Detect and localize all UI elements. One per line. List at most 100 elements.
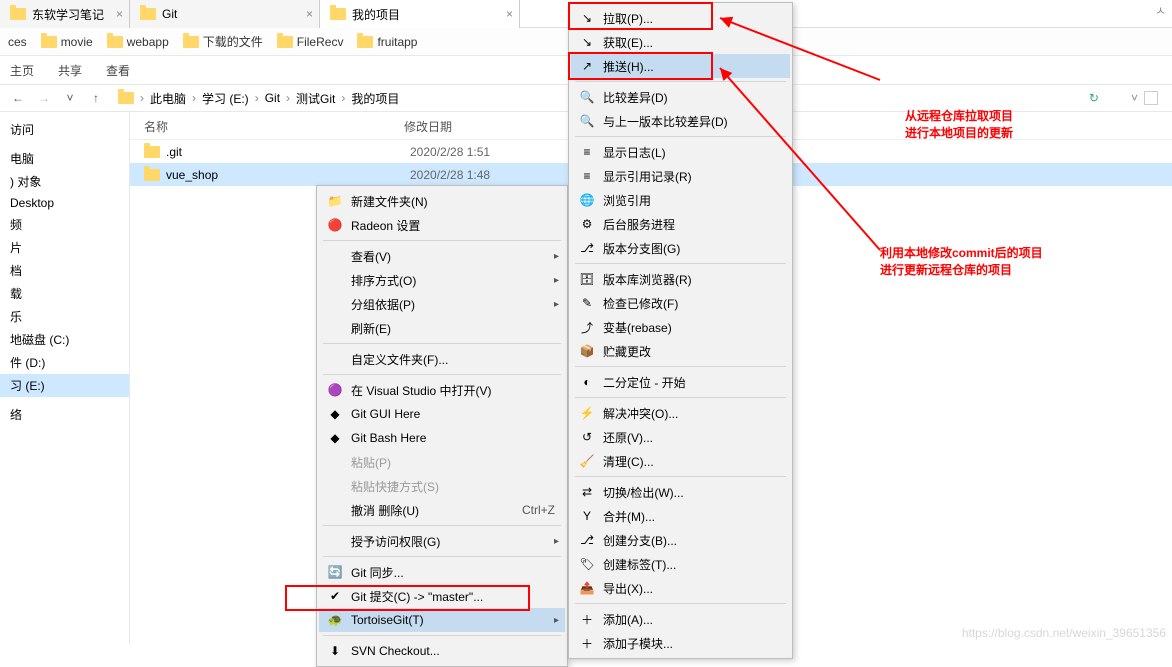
menu-item[interactable]: 🐢TortoiseGit(T)▸ xyxy=(319,608,565,632)
crumb[interactable]: 测试Git xyxy=(296,90,335,107)
menu-icon: 🔍 xyxy=(579,89,595,105)
menu-item[interactable]: 排序方式(O)▸ xyxy=(319,268,565,292)
menu-item[interactable]: ⬇SVN Checkout... xyxy=(319,639,565,663)
folder-icon xyxy=(144,146,160,158)
menu-item[interactable]: 查看(V)▸ xyxy=(319,244,565,268)
menu-item[interactable]: ＋添加子模块... xyxy=(571,631,790,655)
ribbon-view[interactable]: 查看 xyxy=(106,62,130,79)
sidebar-item[interactable]: 件 (D:) xyxy=(0,351,129,374)
fav-item[interactable]: FileRecv xyxy=(277,35,344,49)
menu-label: 刷新(E) xyxy=(351,320,391,337)
menu-item[interactable]: 🗄版本库浏览器(R) xyxy=(571,267,790,291)
menu-item[interactable]: ↺还原(V)... xyxy=(571,425,790,449)
menu-item[interactable]: Y合并(M)... xyxy=(571,504,790,528)
menu-item[interactable]: 🔍比较差异(D) xyxy=(571,85,790,109)
fav-item[interactable]: 下载的文件 xyxy=(183,33,263,50)
menu-item[interactable]: 🔍与上一版本比较差异(D) xyxy=(571,109,790,133)
menu-item[interactable]: 刷新(E) xyxy=(319,316,565,340)
dropdown-icon[interactable]: ˅ xyxy=(1131,91,1138,105)
crumb[interactable]: 我的项目 xyxy=(351,90,399,107)
up-button[interactable]: ↑ xyxy=(86,91,106,105)
menu-label: TortoiseGit(T) xyxy=(351,613,424,627)
sidebar-item[interactable]: 电脑 xyxy=(0,147,129,170)
tab-2[interactable]: 我的项目× xyxy=(320,0,520,28)
ribbon-home[interactable]: 主页 xyxy=(10,62,34,79)
menu-item[interactable]: ✔Git 提交(C) -> "master"... xyxy=(319,584,565,608)
menu-item[interactable]: 📤导出(X)... xyxy=(571,576,790,600)
menu-item[interactable]: 分组依据(P)▸ xyxy=(319,292,565,316)
sidebar-item[interactable]: 乐 xyxy=(0,305,129,328)
sidebar-item[interactable]: 地磁盘 (C:) xyxy=(0,328,129,351)
menu-item[interactable]: ✎检查已修改(F) xyxy=(571,291,790,315)
menu-item[interactable]: 授予访问权限(G)▸ xyxy=(319,529,565,553)
menu-label: 解决冲突(O)... xyxy=(603,405,678,422)
menu-item[interactable]: ↘拉取(P)... xyxy=(571,6,790,30)
fav-item[interactable]: webapp xyxy=(107,35,169,49)
menu-item[interactable]: ◐二分定位 - 开始 xyxy=(571,370,790,394)
search-box[interactable] xyxy=(1144,91,1158,105)
menu-item[interactable]: ≡显示引用记录(R) xyxy=(571,164,790,188)
sidebar-item[interactable]: 访问 xyxy=(0,118,129,141)
crumb[interactable]: Git xyxy=(265,91,280,105)
close-icon[interactable]: × xyxy=(116,7,123,21)
fav-item[interactable]: movie xyxy=(41,35,93,49)
folder-icon xyxy=(183,36,199,48)
menu-item[interactable]: ＋添加(A)... xyxy=(571,607,790,631)
menu-item[interactable]: 粘贴(P) xyxy=(319,450,565,474)
sidebar-item[interactable]: 载 xyxy=(0,282,129,305)
tab-0[interactable]: 东软学习笔记× xyxy=(0,0,130,28)
menu-label: 合并(M)... xyxy=(603,508,655,525)
menu-item[interactable]: 🧹清理(C)... xyxy=(571,449,790,473)
sidebar-item[interactable]: ) 对象 xyxy=(0,170,129,193)
col-name[interactable]: 名称 xyxy=(144,118,404,135)
fav-item[interactable]: fruitapp xyxy=(357,35,417,49)
menu-item[interactable]: ⚙后台服务进程 xyxy=(571,212,790,236)
refresh-icon[interactable]: ↻ xyxy=(1089,91,1099,105)
sidebar-item[interactable]: 频 xyxy=(0,213,129,236)
crumb[interactable]: 学习 (E:) xyxy=(202,90,249,107)
menu-item[interactable]: ⎇版本分支图(G) xyxy=(571,236,790,260)
close-icon[interactable]: × xyxy=(306,7,313,21)
menu-item[interactable]: 📁新建文件夹(N) xyxy=(319,189,565,213)
menu-item[interactable]: ↗推送(H)... xyxy=(571,54,790,78)
menu-item[interactable]: 🔴Radeon 设置 xyxy=(319,213,565,237)
menu-item[interactable]: ⇄切换/检出(W)... xyxy=(571,480,790,504)
context-menu: 📁新建文件夹(N)🔴Radeon 设置查看(V)▸排序方式(O)▸分组依据(P)… xyxy=(316,185,568,667)
folder-icon xyxy=(107,36,123,48)
sidebar-item[interactable]: 络 xyxy=(0,403,129,426)
folder-icon xyxy=(277,36,293,48)
sidebar-item[interactable]: 习 (E:) xyxy=(0,374,129,397)
menu-item[interactable]: 📦贮藏更改 xyxy=(571,339,790,363)
menu-item[interactable]: 🟣在 Visual Studio 中打开(V) xyxy=(319,378,565,402)
fav-item[interactable]: ces xyxy=(8,35,27,49)
menu-icon xyxy=(327,502,343,518)
menu-item[interactable]: 自定义文件夹(F)... xyxy=(319,347,565,371)
menu-item[interactable]: 🏷创建标签(T)... xyxy=(571,552,790,576)
sidebar-item[interactable]: Desktop xyxy=(0,193,129,213)
menu-item[interactable]: 🌐浏览引用 xyxy=(571,188,790,212)
menu-item[interactable]: 粘贴快捷方式(S) xyxy=(319,474,565,498)
forward-button[interactable]: → xyxy=(34,91,54,105)
menu-item[interactable]: 撤消 删除(U)Ctrl+Z xyxy=(319,498,565,522)
tab-1[interactable]: Git× xyxy=(130,0,320,28)
col-date[interactable]: 修改日期 xyxy=(404,118,574,135)
menu-icon: 📦 xyxy=(579,343,595,359)
window-controls[interactable]: ㅅ xyxy=(1155,2,1166,19)
menu-item[interactable]: ⤴变基(rebase) xyxy=(571,315,790,339)
menu-item[interactable]: ◆Git GUI Here xyxy=(319,402,565,426)
menu-item[interactable]: ◆Git Bash Here xyxy=(319,426,565,450)
menu-item[interactable]: ≡显示日志(L) xyxy=(571,140,790,164)
back-button[interactable]: ← xyxy=(8,91,28,105)
ribbon-share[interactable]: 共享 xyxy=(58,62,82,79)
sidebar-item[interactable]: 档 xyxy=(0,259,129,282)
annotation: 从远程仓库拉取项目 进行本地项目的更新 xyxy=(905,108,1013,142)
chevron-down-icon[interactable]: ˅ xyxy=(60,91,80,105)
close-icon[interactable]: × xyxy=(506,7,513,21)
menu-icon: ✔ xyxy=(327,588,343,604)
menu-item[interactable]: ↘获取(E)... xyxy=(571,30,790,54)
menu-item[interactable]: ⚡解决冲突(O)... xyxy=(571,401,790,425)
sidebar-item[interactable]: 片 xyxy=(0,236,129,259)
menu-item[interactable]: ⎇创建分支(B)... xyxy=(571,528,790,552)
crumb[interactable]: 此电脑 xyxy=(150,90,186,107)
menu-item[interactable]: 🔄Git 同步... xyxy=(319,560,565,584)
